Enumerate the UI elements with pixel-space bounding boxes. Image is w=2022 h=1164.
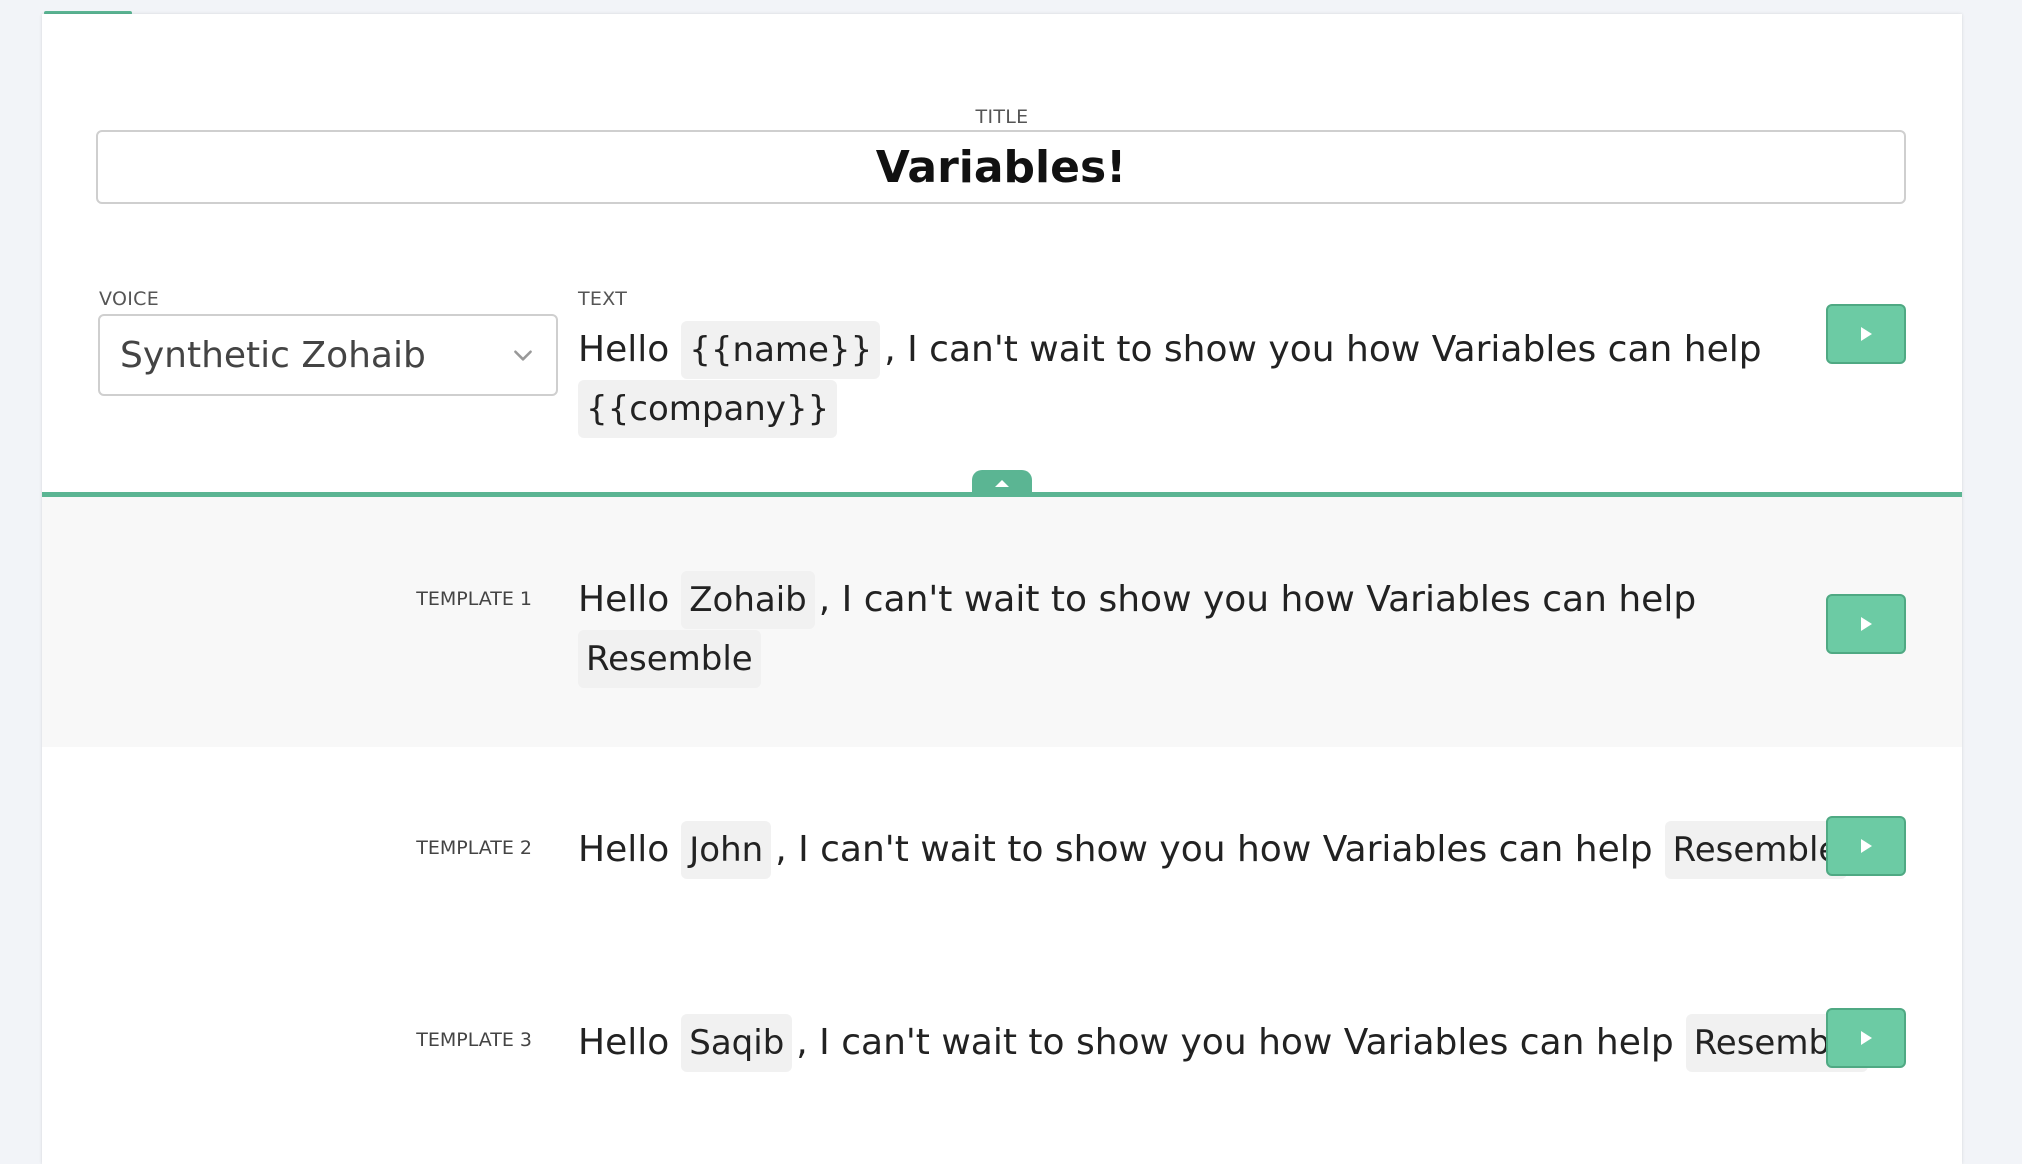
template-2-label-wrap: TEMPLATE 2 — [232, 818, 532, 878]
template-1-line-1: Hello Zohaib , I can't wait to show you … — [578, 570, 1696, 630]
title-value: Variables! — [875, 141, 1127, 193]
collapse-toggle[interactable] — [972, 470, 1032, 496]
template-2-label: TEMPLATE 2 — [416, 837, 532, 859]
text-body: , I can't wait to show you how Variables… — [884, 329, 1762, 370]
template-2-greeting: Hello — [578, 829, 670, 870]
template-2-line-1: Hello John , I can't wait to show you ho… — [578, 820, 1851, 880]
template-3-name-chip: Saqib — [681, 1014, 793, 1072]
variable-chip-company[interactable]: {{company}} — [578, 380, 838, 438]
play-button[interactable] — [1826, 304, 1906, 364]
template-3-play-button[interactable] — [1826, 1008, 1906, 1068]
voice-selected-value: Synthetic Zohaib — [120, 334, 426, 376]
title-input[interactable]: Variables! — [96, 130, 1906, 204]
chevron-down-icon — [514, 350, 532, 361]
template-3-line-1: Hello Saqib , I can't wait to show you h… — [578, 1013, 1872, 1073]
template-3-label-wrap: TEMPLATE 3 — [232, 1010, 532, 1070]
template-2-play-button[interactable] — [1826, 816, 1906, 876]
collapse-up-icon — [995, 480, 1009, 487]
template-2-company-chip: Resemble — [1664, 821, 1848, 879]
title-label: TITLE — [975, 106, 1029, 128]
play-icon — [1861, 1031, 1872, 1045]
template-3-body: , I can't wait to show you how Variables… — [796, 1022, 1674, 1063]
play-icon — [1861, 839, 1872, 853]
voice-select[interactable]: Synthetic Zohaib — [98, 314, 558, 396]
text-greeting: Hello — [578, 329, 670, 370]
template-1-name-chip: Zohaib — [681, 571, 815, 629]
template-1-label: TEMPLATE 1 — [416, 588, 532, 610]
editor-card: TITLE Variables! VOICE Synthetic Zohaib … — [42, 14, 1962, 1164]
text-editor-line-2[interactable]: {{company}} — [578, 379, 841, 439]
template-1-body: , I can't wait to show you how Variables… — [818, 579, 1697, 620]
template-2-body: , I can't wait to show you how Variables… — [775, 829, 1653, 870]
voice-label: VOICE — [99, 288, 159, 310]
play-icon — [1861, 617, 1872, 631]
template-1-company-chip: Resemble — [578, 630, 761, 688]
play-icon — [1861, 327, 1872, 341]
template-1-play-button[interactable] — [1826, 594, 1906, 654]
text-label: TEXT — [578, 288, 628, 310]
template-3-greeting: Hello — [578, 1022, 670, 1063]
variable-chip-name[interactable]: {{name}} — [681, 321, 881, 379]
template-1-greeting: Hello — [578, 579, 670, 620]
text-editor-line-1[interactable]: Hello {{name}} , I can't wait to show yo… — [578, 320, 1762, 380]
template-3-label: TEMPLATE 3 — [416, 1029, 532, 1051]
template-1-line-2: Resemble — [578, 629, 765, 689]
template-1-label-wrap: TEMPLATE 1 — [232, 569, 532, 629]
template-2-name-chip: John — [681, 821, 772, 879]
